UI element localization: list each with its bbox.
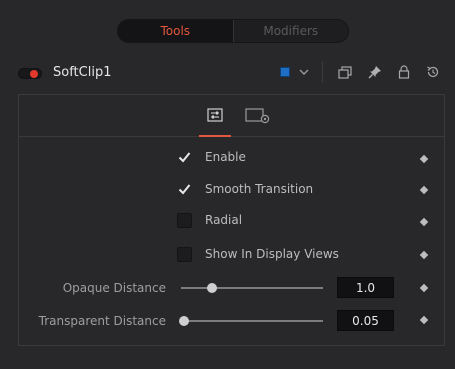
transparent-distance-row: Transparent Distance 0.05 — [19, 310, 446, 332]
inspector-window: Tools Modifiers SoftClip1 Enable Smooth … — [0, 0, 455, 369]
smooth-transition-row: Smooth Transition — [177, 180, 437, 200]
transparent-distance-label: Transparent Distance — [38, 314, 166, 328]
node-enable-toggle[interactable] — [18, 68, 42, 79]
smooth-transition-label: Smooth Transition — [205, 182, 314, 196]
chevron-down-icon[interactable] — [297, 65, 311, 79]
tab-tools[interactable]: Tools — [118, 20, 233, 42]
enable-row: Enable — [177, 148, 437, 168]
radial-row: Radial — [177, 211, 437, 231]
opaque-distance-slider[interactable] — [181, 283, 323, 293]
enable-label: Enable — [205, 150, 246, 164]
opaque-distance-row: Opaque Distance 1.0 — [19, 277, 446, 299]
node-color-swatch[interactable] — [280, 67, 290, 77]
header-divider — [322, 61, 323, 83]
node-header: SoftClip1 — [0, 58, 455, 88]
tab-controls[interactable] — [199, 103, 231, 137]
show-in-display-views-checkbox[interactable] — [177, 247, 192, 262]
radial-label: Radial — [205, 213, 243, 227]
versions-icon[interactable] — [337, 64, 353, 80]
transparent-distance-slider[interactable] — [178, 316, 323, 326]
checkmark-icon — [178, 184, 191, 195]
reset-icon[interactable] — [425, 64, 441, 80]
inspector-panel: Enable Smooth Transition Radial Show In … — [18, 94, 445, 346]
toggle-knob — [30, 70, 38, 78]
controls-icon — [207, 108, 223, 122]
checkmark-icon — [178, 152, 191, 163]
opaque-distance-handle[interactable] — [207, 283, 218, 293]
transparent-distance-value[interactable]: 0.05 — [337, 310, 394, 331]
tab-modifiers[interactable]: Modifiers — [232, 20, 349, 42]
tab-settings[interactable] — [241, 103, 273, 129]
pin-icon[interactable] — [367, 64, 383, 80]
radial-checkbox[interactable] — [177, 213, 192, 228]
node-name[interactable]: SoftClip1 — [53, 65, 111, 80]
enable-checkbox[interactable] — [177, 150, 192, 165]
opaque-distance-label: Opaque Distance — [62, 281, 166, 295]
transparent-distance-handle[interactable] — [178, 316, 189, 326]
show-in-display-views-label: Show In Display Views — [205, 247, 339, 261]
active-tab-indicator — [199, 135, 231, 137]
settings-icon — [245, 108, 270, 124]
mode-switcher: Tools Modifiers — [117, 19, 349, 43]
show-in-display-views-row: Show In Display Views — [177, 245, 437, 265]
lock-icon[interactable] — [396, 64, 412, 80]
smooth-transition-checkbox[interactable] — [177, 182, 192, 197]
opaque-distance-value[interactable]: 1.0 — [337, 277, 394, 298]
inspector-tabbar — [19, 95, 444, 137]
